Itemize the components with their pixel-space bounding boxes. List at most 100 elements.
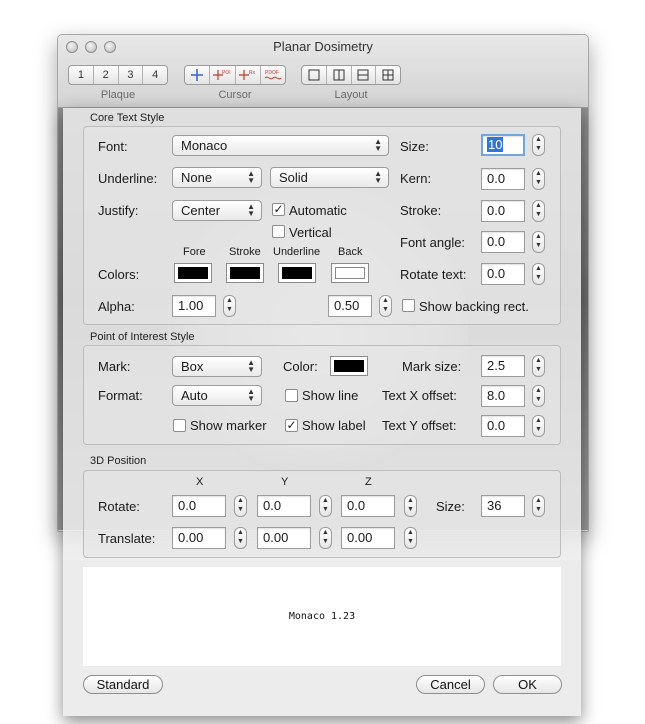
plaque-segment-4[interactable]: 4	[143, 66, 167, 84]
font-angle-field[interactable]: 0.0	[481, 231, 525, 253]
mark-size-stepper[interactable]: ▲ ▼	[532, 355, 545, 377]
kern-label: Kern:	[400, 171, 432, 186]
plaque-segment-2[interactable]: 2	[94, 66, 119, 84]
text-y-offset-field[interactable]: 0.0	[481, 415, 525, 437]
show-line-checkbox[interactable]	[285, 389, 298, 402]
size-3d-field[interactable]: 36	[481, 495, 525, 517]
fore-color-header: Fore	[183, 246, 206, 258]
poi-icon[interactable]: POI	[210, 66, 236, 84]
translate-x-field[interactable]: 0.00	[172, 527, 226, 549]
show-marker-label: Show marker	[190, 418, 267, 433]
ok-button[interactable]: OK	[493, 675, 562, 694]
standard-button[interactable]: Standard	[83, 675, 163, 694]
justify-label: Justify:	[98, 203, 139, 218]
mark-popup[interactable]: Box ▲ ▼	[172, 356, 262, 377]
format-label: Format:	[98, 388, 143, 403]
automatic-checkbox[interactable]: ✓	[272, 203, 285, 216]
plaque-segment-3[interactable]: 3	[119, 66, 144, 84]
underline-popup[interactable]: None ▲ ▼	[172, 167, 262, 188]
mark-color-well[interactable]	[330, 356, 368, 376]
plaque-segment-1[interactable]: 1	[69, 66, 94, 84]
rotate-text-field[interactable]: 0.0	[481, 263, 525, 285]
rotate-y-field[interactable]: 0.0	[257, 495, 311, 517]
translate-y-field[interactable]: 0.00	[257, 527, 311, 549]
rotate-x-stepper[interactable]: ▲ ▼	[234, 495, 247, 517]
cursor-segmented-control: POI Rx PDOF	[184, 65, 286, 85]
size-stepper[interactable]: ▲ ▼	[532, 134, 545, 156]
back-color-well[interactable]	[331, 263, 369, 283]
text-style-preview: Monaco 1.23	[83, 567, 561, 666]
back-color-header: Back	[338, 246, 363, 258]
svg-text:PDOF: PDOF	[265, 70, 279, 76]
svg-text:POI: POI	[222, 70, 231, 76]
popup-arrows-icon: ▲ ▼	[374, 169, 382, 185]
show-label-checkbox[interactable]: ✓	[285, 419, 298, 432]
show-marker-checkbox[interactable]	[173, 419, 186, 432]
translate-z-field[interactable]: 0.00	[341, 527, 395, 549]
popup-arrows-icon: ▲ ▼	[247, 387, 255, 403]
vertical-checkbox[interactable]	[272, 225, 285, 238]
show-backing-checkbox[interactable]	[402, 299, 415, 312]
rotate-label: Rotate:	[98, 499, 140, 514]
font-popup[interactable]: Monaco ▲ ▼	[172, 135, 389, 156]
stroke-field[interactable]: 0.0	[481, 200, 525, 222]
format-popup[interactable]: Auto ▲ ▼	[172, 385, 262, 406]
automatic-label: Automatic	[289, 203, 347, 218]
back-alpha-field[interactable]: 0.50	[328, 295, 372, 317]
layout-rows-icon[interactable]	[352, 66, 377, 84]
layout-single-icon[interactable]	[302, 66, 327, 84]
font-angle-stepper[interactable]: ▲ ▼	[532, 231, 545, 253]
back-alpha-stepper[interactable]: ▲ ▼	[379, 295, 392, 317]
translate-z-stepper[interactable]: ▲ ▼	[404, 527, 417, 549]
mark-label: Mark:	[98, 359, 131, 374]
show-backing-label: Show backing rect.	[419, 299, 529, 314]
translate-y-stepper[interactable]: ▲ ▼	[319, 527, 332, 549]
text-y-offset-stepper[interactable]: ▲ ▼	[532, 415, 545, 437]
rx-icon[interactable]: Rx	[236, 66, 261, 84]
underline-color-well[interactable]	[278, 263, 316, 283]
stroke-stepper[interactable]: ▲ ▼	[532, 200, 545, 222]
text-x-offset-label: Text X offset:	[382, 388, 457, 403]
rotate-z-field[interactable]: 0.0	[341, 495, 395, 517]
fore-color-well[interactable]	[174, 263, 212, 283]
layout-columns-icon[interactable]	[327, 66, 352, 84]
window-toolbar: Planar Dosimetry 1 2 3 4 Plaque POI Rx P…	[58, 35, 588, 108]
colors-label: Colors:	[98, 267, 140, 282]
size-field[interactable]: 10	[481, 134, 525, 156]
stroke-label: Stroke:	[400, 203, 442, 218]
plaque-label: Plaque	[100, 89, 136, 101]
rotate-z-stepper[interactable]: ▲ ▼	[404, 495, 417, 517]
vertical-label: Vertical	[289, 225, 332, 240]
rotate-y-stepper[interactable]: ▲ ▼	[319, 495, 332, 517]
font-label: Font:	[98, 139, 128, 154]
cancel-button[interactable]: Cancel	[416, 675, 485, 694]
layout-label: Layout	[334, 89, 368, 101]
layout-grid-icon[interactable]	[376, 66, 400, 84]
mark-size-field[interactable]: 2.5	[481, 355, 525, 377]
justify-popup[interactable]: Center ▲ ▼	[172, 200, 262, 221]
alpha-stepper[interactable]: ▲ ▼	[223, 295, 236, 317]
size-3d-label: Size:	[436, 499, 465, 514]
translate-x-stepper[interactable]: ▲ ▼	[234, 527, 247, 549]
pdof-icon[interactable]: PDOF	[261, 66, 285, 84]
kern-stepper[interactable]: ▲ ▼	[532, 168, 545, 190]
size-3d-stepper[interactable]: ▲ ▼	[532, 495, 545, 517]
rotate-x-field[interactable]: 0.0	[172, 495, 226, 517]
stroke-color-header: Stroke	[229, 246, 261, 258]
rotate-text-stepper[interactable]: ▲ ▼	[532, 263, 545, 285]
alpha-field[interactable]: 1.00	[172, 295, 216, 317]
window-title: Planar Dosimetry	[273, 39, 373, 54]
underline-style-popup[interactable]: Solid ▲ ▼	[270, 167, 389, 188]
kern-field[interactable]: 0.0	[481, 168, 525, 190]
alpha-label: Alpha:	[98, 299, 135, 314]
show-line-label: Show line	[302, 388, 359, 403]
svg-text:Rx: Rx	[249, 70, 256, 76]
text-x-offset-field[interactable]: 8.0	[481, 385, 525, 407]
stroke-color-well[interactable]	[226, 263, 264, 283]
crosshair-icon[interactable]	[185, 66, 211, 84]
font-angle-label: Font angle:	[400, 235, 466, 250]
preview-sample-text: Monaco 1.23	[288, 611, 356, 622]
popup-arrows-icon: ▲ ▼	[247, 169, 255, 185]
text-y-offset-label: Text Y offset:	[382, 418, 457, 433]
text-x-offset-stepper[interactable]: ▲ ▼	[532, 385, 545, 407]
